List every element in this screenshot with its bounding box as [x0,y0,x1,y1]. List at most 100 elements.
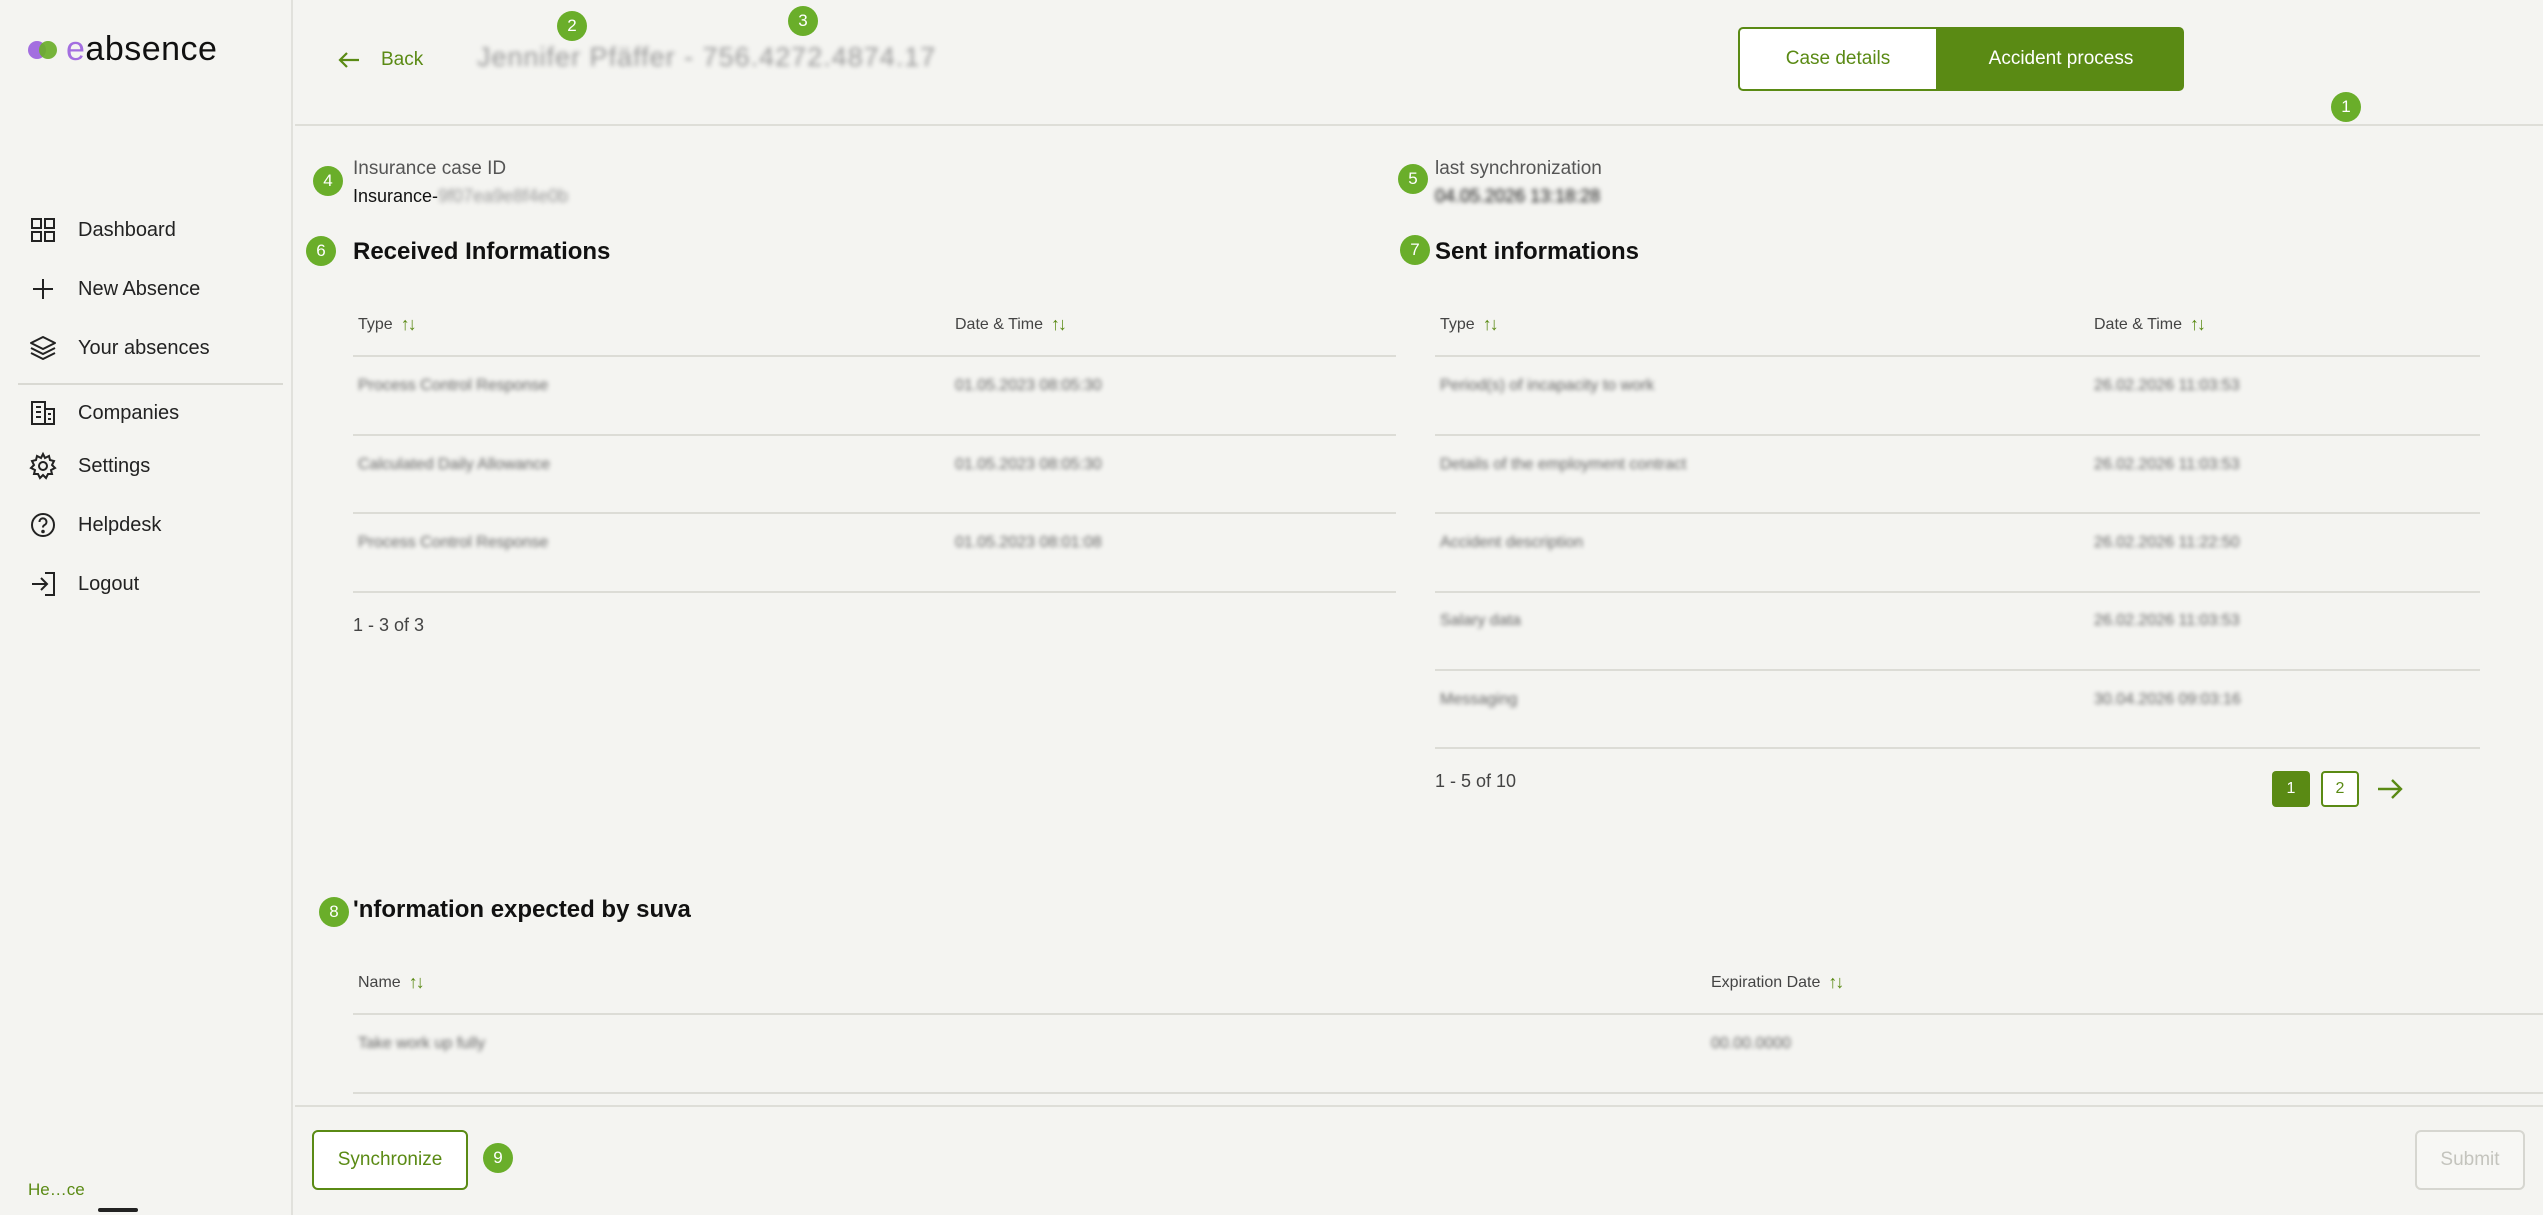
sidebar-item-label: Dashboard [78,218,176,241]
sidebar-item-logout[interactable]: Logout [28,564,139,604]
received-count: 1 - 3 of 3 [353,615,425,635]
sidebar-item-settings[interactable]: Settings [28,446,150,486]
sidebar-item-label: Your absences [78,336,210,359]
table-divider [353,591,1396,593]
sent-row-type: Period(s) of incapacity to work [1440,377,1655,394]
logout-icon [32,572,55,596]
sidebar-item-companies[interactable]: Companies [28,393,179,433]
sent-col-type[interactable]: Type ↑↓ [1440,314,1499,335]
sort-icon[interactable]: ↑↓ [1483,314,1499,335]
app-logo[interactable]: eabsence [28,30,217,69]
sort-icon[interactable]: ↑↓ [409,972,425,993]
sent-row-type: Details of the employment contract [1440,456,1687,473]
information-expected-title: 'nformation expected by suva [353,896,691,923]
pagination-page-2[interactable]: 2 [2321,771,2359,807]
top-bar: Back Jennifer Pfäffer - 756.4272.4874.17 [295,0,2543,126]
received-col-type[interactable]: Type ↑↓ [358,314,417,335]
expected-col-name[interactable]: Name ↑↓ [358,972,425,993]
plus-icon [33,279,53,299]
arrow-left-icon [338,52,359,68]
table-divider [1435,591,2480,593]
table-divider [1435,747,2480,749]
step-badge: 3 [788,6,818,36]
sidebar-divider [18,383,283,385]
received-row-date: 01.05.2023 08:01:08 [955,534,1102,551]
sent-row-type: Salary data [1440,612,1521,629]
sidebar-footer-link[interactable]: He…ce [28,1180,85,1200]
step-badge: 8 [319,897,349,927]
sent-count: 1 - 5 of 10 [1435,771,1517,791]
sent-row-date: 30.04.2026 09:03:16 [2094,691,2241,708]
grid-icon [31,218,55,242]
received-row-type: Calculated Daily Allowance [358,456,551,473]
table-divider [1435,355,2480,357]
back-label: Back [381,49,424,70]
received-row-date: 01.05.2023 08:05:30 [955,456,1102,473]
arrow-right-icon[interactable] [2373,772,2407,806]
expected-row-name: Take work up fully [358,1035,486,1052]
sort-icon[interactable]: ↑↓ [1828,972,1844,993]
layers-icon [30,336,56,360]
sent-row-type: Accident description [1440,534,1584,551]
footer-divider [295,1105,2543,1107]
sent-row-date: 26.02.2026 11:22:50 [2094,534,2240,551]
received-row-type: Process Control Response [358,534,549,551]
step-badge: 7 [1400,235,1430,265]
logo-text: eabsence [66,30,218,68]
table-divider [353,512,1396,514]
sort-icon[interactable]: ↑↓ [2190,314,2206,335]
insurance-case-id-label: Insurance case ID [353,158,507,179]
sidebar-item-new-absence[interactable]: New Absence [28,269,200,309]
received-col-date[interactable]: Date & Time ↑↓ [955,314,1067,335]
logo-mark-icon [28,39,58,61]
received-row-type: Process Control Response [358,377,549,394]
gear-icon [29,451,57,480]
sidebar-item-label: Helpdesk [78,513,162,536]
table-divider [353,1092,2543,1094]
table-divider [353,434,1396,436]
step-badge: 2 [557,11,587,41]
sort-icon[interactable]: ↑↓ [401,314,417,335]
sidebar-item-dashboard[interactable]: Dashboard [28,210,176,250]
last-sync-label: last synchronization [1435,158,1602,179]
case-title: Jennifer Pfäffer - 756.4272.4874.17 [477,42,937,72]
accident-process-button[interactable]: Accident process [1938,27,2184,91]
step-badge: 9 [483,1143,513,1173]
sidebar-footer-indicator [98,1208,138,1212]
sent-row-date: 26.02.2026 11:03:53 [2094,612,2240,629]
table-divider [1435,434,2480,436]
sent-row-type: Messaging [1440,691,1518,708]
table-divider [1435,512,2480,514]
help-circle-icon [31,513,55,537]
sidebar-item-label: Companies [78,401,180,424]
sort-icon[interactable]: ↑↓ [1051,314,1067,335]
step-badge: 5 [1398,164,1428,194]
sent-col-date[interactable]: Date & Time ↑↓ [2094,314,2206,335]
sidebar-item-your-absences[interactable]: Your absences [28,328,210,368]
step-badge: 6 [306,236,336,266]
sent-row-date: 26.02.2026 11:03:53 [2094,377,2240,394]
step-badge: 1 [2331,92,2361,122]
case-details-button[interactable]: Case details [1738,27,1938,91]
insurance-case-id-value: Insurance-9f07ea9e8f4e0b [353,186,569,206]
sidebar: eabsence Dashboard New Absence Your abse… [0,0,293,1215]
received-row-date: 01.05.2023 08:05:30 [955,377,1102,394]
last-sync-value: 04.05.2026 13:18:28 [1435,186,1601,206]
sidebar-item-label: Settings [78,454,151,477]
sidebar-item-label: New Absence [78,277,201,300]
received-informations-title: Received Informations [353,238,611,265]
table-divider [353,1013,2543,1015]
back-button[interactable]: Back [335,46,423,74]
synchronize-button[interactable]: Synchronize [312,1130,468,1190]
table-divider [353,355,1396,357]
expected-row-date: 00.00.0000 [1711,1035,1792,1052]
step-badge: 4 [313,166,343,196]
pagination-page-1[interactable]: 1 [2272,771,2310,807]
submit-button[interactable]: Submit [2415,1130,2525,1190]
expected-col-expiration[interactable]: Expiration Date ↑↓ [1711,972,1844,993]
table-divider [1435,669,2480,671]
sidebar-item-helpdesk[interactable]: Helpdesk [28,505,161,545]
sidebar-item-label: Logout [78,572,140,595]
building-icon [31,401,55,425]
sent-informations-title: Sent informations [1435,238,1640,265]
